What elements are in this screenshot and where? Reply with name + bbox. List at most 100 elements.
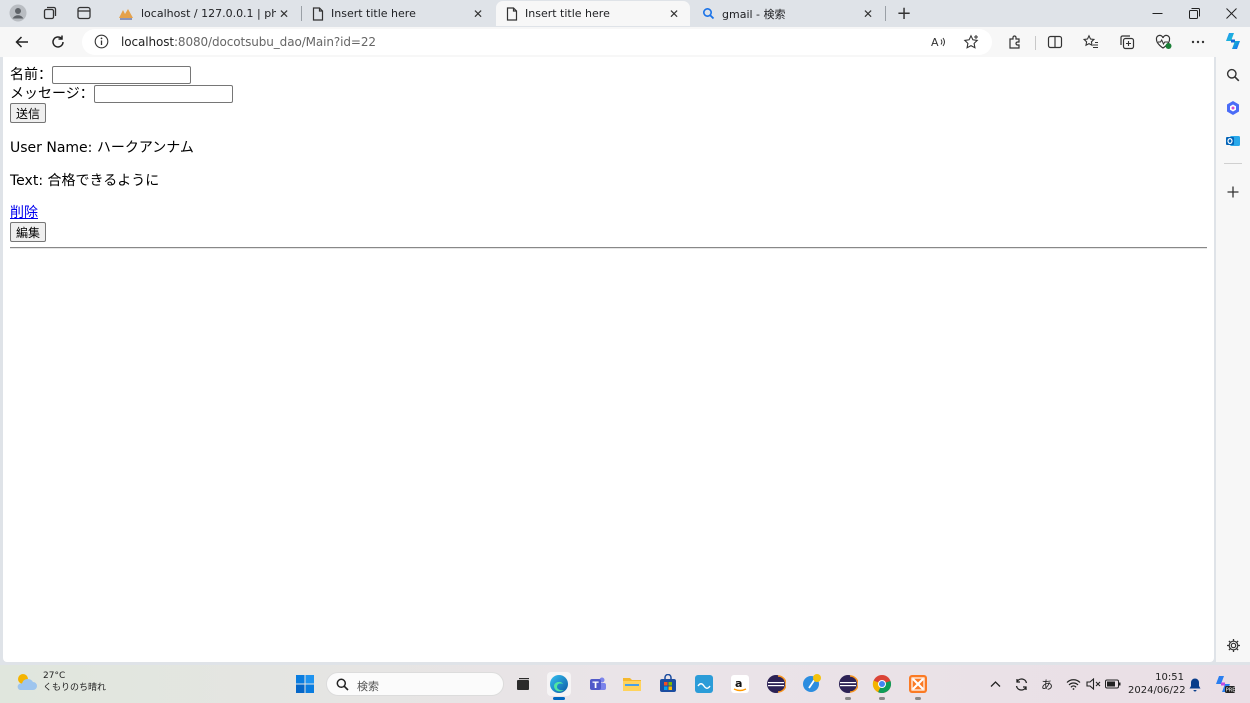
browser-essentials-button[interactable] [1153, 33, 1173, 51]
tab-phpmyadmin[interactable]: localhost / 127.0.0.1 | phpMyAdmin ✕ [108, 1, 300, 26]
sync-status-button[interactable] [1012, 675, 1030, 693]
sidebar-search-button[interactable] [1223, 65, 1243, 85]
close-window-button[interactable] [1212, 0, 1250, 26]
extensions-button[interactable] [1005, 33, 1025, 51]
restore-button[interactable] [1175, 0, 1213, 26]
collections-icon [1120, 35, 1135, 50]
taskbar-file-explorer[interactable] [620, 672, 644, 696]
url-host: localhost [121, 35, 174, 49]
copilot-preview-button[interactable]: PRE [1212, 672, 1236, 696]
message-input[interactable] [93, 85, 233, 103]
sidebar-copilot-apps-button[interactable] [1223, 98, 1243, 118]
task-view-icon [517, 678, 529, 690]
tab-insert-title-1[interactable]: Insert title here ✕ [302, 1, 494, 26]
taskbar-xampp[interactable] [906, 672, 930, 700]
delete-link[interactable]: 削除 [10, 205, 38, 221]
page-icon [312, 6, 324, 21]
close-icon[interactable]: ✕ [276, 7, 292, 21]
svg-text:a: a [735, 677, 742, 690]
puzzle-icon [1009, 35, 1020, 49]
folder-icon [623, 678, 641, 691]
edit-button[interactable]: 編集 [10, 222, 47, 242]
show-hidden-icons-button[interactable] [986, 675, 1004, 693]
start-button[interactable] [293, 672, 317, 696]
taskbar-clock[interactable]: 10:51 2024/06/22 [1128, 671, 1186, 697]
copilot-button[interactable] [1222, 31, 1244, 51]
taskbar-search[interactable]: 検索 [326, 672, 504, 696]
taskbar-chrome[interactable] [870, 672, 894, 700]
refresh-button[interactable] [45, 30, 71, 54]
post-text: Text: 合格できるように [10, 173, 160, 189]
favorites-list-icon [1083, 34, 1098, 49]
app-tile-icon [695, 675, 713, 693]
taskbar-eclipse-installer[interactable] [800, 672, 824, 696]
message-row: メッセージ： [10, 83, 233, 103]
ime-mode-indicator[interactable]: あ [1038, 675, 1056, 693]
favorites-button[interactable] [1081, 33, 1101, 51]
sync-icon [1015, 677, 1027, 691]
eclipse-installer-icon [803, 674, 821, 692]
volume-status[interactable] [1084, 675, 1102, 693]
taskbar-edge[interactable] [547, 672, 571, 700]
submit-button[interactable]: 送信 [10, 103, 47, 123]
info-icon[interactable] [94, 34, 109, 49]
running-indicator [879, 697, 885, 700]
minimize-button[interactable] [1138, 0, 1176, 26]
taskbar-teams[interactable]: T [586, 672, 610, 696]
plus-icon [1227, 186, 1239, 198]
search-icon [1226, 68, 1240, 82]
notifications-button[interactable] [1186, 675, 1204, 693]
post-divider [10, 247, 1207, 249]
workspaces-icon [43, 6, 57, 20]
browser-toolbar: localhost:8080/docotsubu_dao/Main?id=22 … [0, 27, 1250, 57]
workspaces-button[interactable] [36, 2, 64, 24]
favorite-star-icon[interactable] [963, 34, 979, 50]
close-icon[interactable]: ✕ [860, 7, 876, 21]
taskbar-eclipse-1[interactable] [764, 672, 788, 696]
battery-status[interactable] [1104, 675, 1122, 693]
plus-icon: + [896, 2, 912, 24]
hexagon-apps-icon [1227, 101, 1239, 115]
svg-text:A: A [931, 36, 939, 49]
tab-title: Insert title here [525, 7, 610, 20]
search-placeholder: 検索 [357, 680, 379, 693]
eclipse-icon [767, 675, 786, 693]
wifi-status[interactable] [1064, 675, 1082, 693]
search-icon [702, 7, 715, 20]
tab-title: localhost / 127.0.0.1 | phpMyAdmin [141, 7, 276, 20]
minimize-icon [1152, 12, 1162, 14]
taskbar-mynavi-app[interactable] [692, 672, 716, 696]
tab-gmail-search[interactable]: gmail - 検索 ✕ [692, 1, 884, 26]
taskbar-store[interactable] [656, 672, 680, 696]
profile-button[interactable] [4, 2, 32, 24]
collections-button[interactable] [1117, 33, 1137, 51]
settings-more-button[interactable] [1188, 33, 1208, 51]
address-bar[interactable]: localhost:8080/docotsubu_dao/Main?id=22 … [82, 29, 992, 55]
name-input[interactable] [52, 66, 191, 84]
sidebar-outlook-button[interactable] [1223, 131, 1243, 151]
vertical-tabs-icon [77, 6, 91, 20]
sidebar-settings-button[interactable] [1223, 635, 1243, 655]
sidebar-add-button[interactable] [1223, 182, 1243, 202]
sidebar-divider [1224, 163, 1242, 164]
outlook-icon [1226, 136, 1240, 146]
submit-row: 送信 [10, 103, 47, 123]
new-tab-button[interactable]: + [893, 2, 915, 24]
split-screen-button[interactable] [1045, 33, 1065, 51]
close-icon[interactable]: ✕ [470, 7, 486, 21]
weather-widget[interactable]: 27°C くもりのち晴れ [14, 670, 106, 694]
taskbar-eclipse-2[interactable] [836, 672, 860, 700]
message-label: メッセージ： [10, 86, 94, 102]
back-button[interactable] [9, 30, 35, 54]
weather-desc: くもりのち晴れ [43, 683, 107, 693]
read-aloud-icon[interactable]: A [930, 34, 946, 50]
search-icon [336, 678, 349, 691]
close-icon[interactable]: ✕ [666, 7, 682, 21]
taskbar-task-view[interactable] [511, 672, 535, 696]
url-text[interactable]: localhost:8080/docotsubu_dao/Main?id=22 [121, 35, 376, 49]
taskbar-amazon[interactable]: a [728, 672, 752, 696]
tab-insert-title-active[interactable]: Insert title here ✕ [496, 1, 690, 26]
heart-pulse-icon [1155, 34, 1171, 49]
tab-actions-button[interactable] [70, 2, 98, 24]
xampp-icon [909, 675, 927, 693]
